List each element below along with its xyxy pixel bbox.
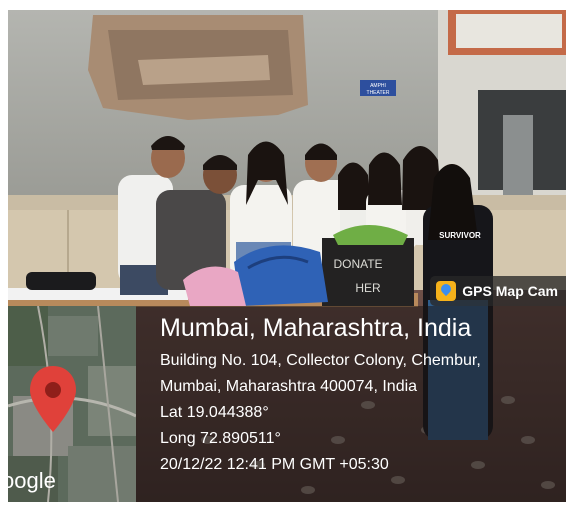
location-info: Mumbai, Maharashtra, India Building No. … <box>160 312 560 478</box>
map-attribution: oogle <box>8 468 56 493</box>
longitude: Long 72.890511° <box>160 430 281 447</box>
gps-map-cam-badge: GPS Map Cam <box>430 276 566 306</box>
location-city: Mumbai, Maharashtra, India <box>160 314 472 342</box>
address-line-1: Building No. 104, Collector Colony, Chem… <box>160 352 481 369</box>
donation-box-text-1: DONATE <box>333 257 382 271</box>
address-line-2: Mumbai, Maharashtra 400074, India <box>160 378 418 395</box>
black-bag <box>26 272 96 290</box>
datetime: 20/12/22 12:41 PM GMT +05:30 <box>160 456 389 473</box>
gps-map-cam-app-icon <box>436 281 457 301</box>
blue-bag <box>234 245 328 306</box>
donation-box <box>322 238 414 306</box>
donation-box-text-2: HER <box>355 281 381 295</box>
door-sign-text-1: AMPHI <box>370 83 386 89</box>
geotagged-photo: AMPHI THEATER SURVIVOR DONATE HER GPS Ma… <box>8 10 566 502</box>
door-sign-text-2: THEATER <box>367 90 390 96</box>
gps-badge-label: GPS Map Cam <box>462 283 558 299</box>
latitude: Lat 19.044388° <box>160 404 269 421</box>
shirt-text: SURVIVOR <box>439 231 481 240</box>
satellite-minimap: oogle <box>8 306 136 502</box>
